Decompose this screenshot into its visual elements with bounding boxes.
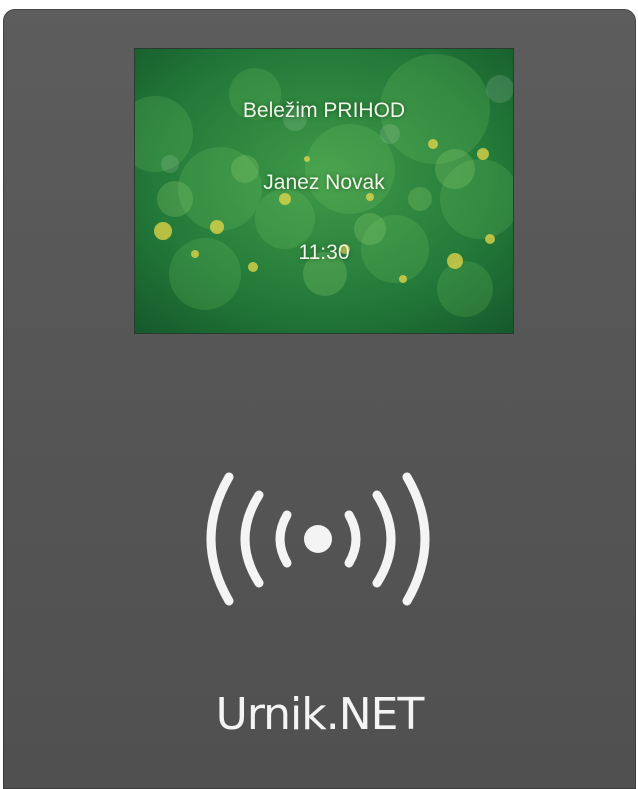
brand-logo-text: Urnik.NET [215, 689, 425, 740]
nfc-contactless-icon[interactable] [193, 459, 443, 619]
attendance-status-text: Beležim PRIHOD [242, 99, 406, 122]
employee-name-text: Janez Novak [263, 171, 385, 194]
clock-time-text: 11:30 [298, 241, 350, 264]
time-clock-terminal: Beležim PRIHOD Janez Novak 11:30 Urnik.N… [3, 9, 636, 789]
display-screen: Beležim PRIHOD Janez Novak 11:30 [135, 49, 513, 333]
